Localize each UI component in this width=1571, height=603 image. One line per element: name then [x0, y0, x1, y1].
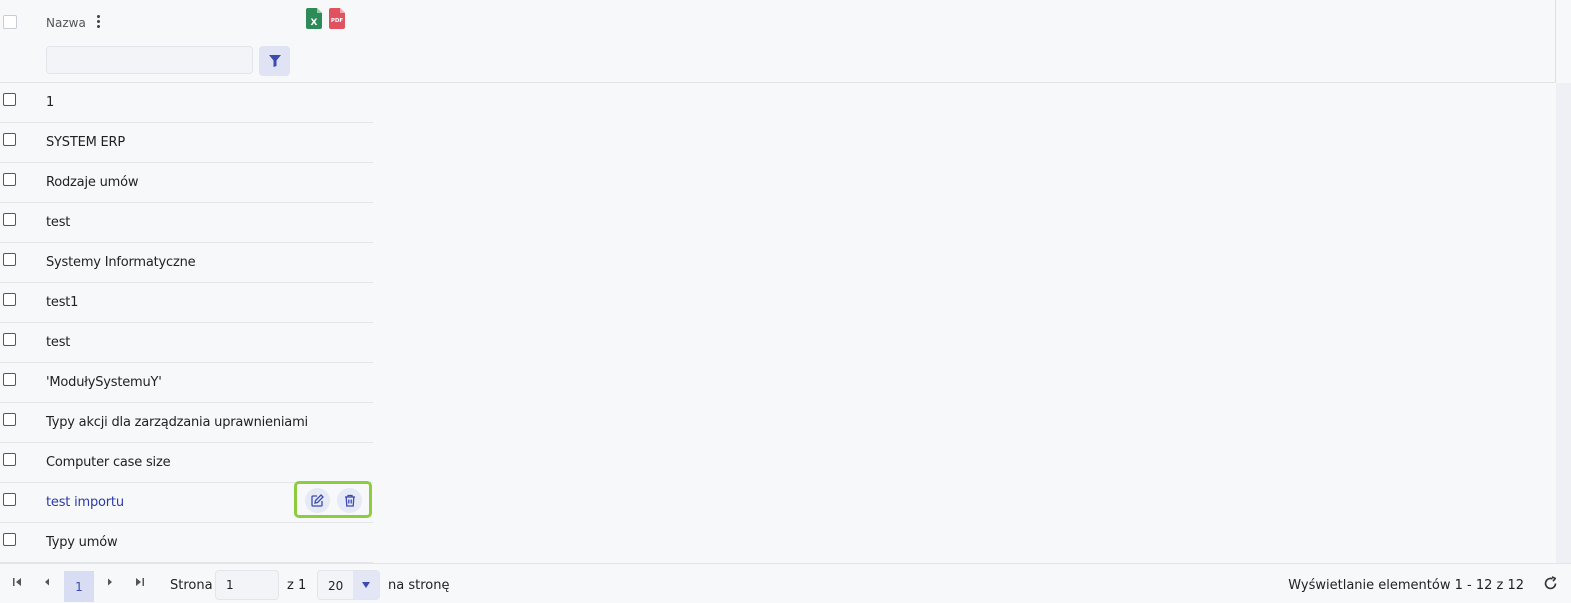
row-checkbox[interactable] [3, 93, 16, 106]
row-name: SYSTEM ERP [46, 135, 126, 150]
delete-button[interactable] [337, 488, 362, 513]
table-row[interactable]: Computer case size [0, 443, 373, 483]
table-row[interactable]: test [0, 203, 373, 243]
row-name: test [46, 335, 71, 350]
row-checkbox[interactable] [3, 333, 16, 346]
row-name: Rodzaje umów [46, 175, 139, 190]
table-row[interactable]: SYSTEM ERP [0, 123, 373, 163]
row-checkbox[interactable] [3, 413, 16, 426]
row-checkbox[interactable] [3, 373, 16, 386]
table-row-hovered[interactable]: test importu [0, 481, 373, 523]
next-page-icon[interactable] [105, 576, 115, 588]
kebab-menu-icon[interactable] [92, 15, 104, 32]
page-size-select[interactable]: 20 [317, 570, 380, 600]
page-size-value: 20 [328, 579, 344, 593]
vertical-scrollbar[interactable] [1556, 83, 1571, 563]
svg-text:X: X [311, 18, 318, 28]
column-title-nazwa: Nazwa [46, 16, 86, 30]
prev-page-icon[interactable] [42, 576, 52, 588]
first-page-icon[interactable] [12, 576, 22, 588]
row-checkbox[interactable] [3, 213, 16, 226]
row-name: Systemy Informatyczne [46, 255, 196, 270]
row-name: test importu [46, 495, 124, 510]
row-checkbox[interactable] [3, 293, 16, 306]
select-all-checkbox[interactable] [3, 15, 17, 29]
table-row[interactable]: Typy umów [0, 523, 373, 563]
table-row[interactable]: Systemy Informatyczne [0, 243, 373, 283]
excel-export-icon[interactable]: X [306, 8, 322, 29]
row-name: Computer case size [46, 455, 171, 470]
edit-button[interactable] [305, 488, 330, 513]
grid-body: 1 SYSTEM ERP Rodzaje umów test Systemy I… [0, 83, 373, 563]
row-name: Typy umów [46, 535, 118, 550]
pager: 1 Strona z 1 20 na stronę Wyświetlanie e… [0, 563, 1571, 603]
row-name: test [46, 215, 71, 230]
current-page-button[interactable]: 1 [64, 571, 94, 602]
grid-header: Nazwa X PDF [0, 0, 1556, 83]
row-checkbox[interactable] [3, 133, 16, 146]
items-summary: Wyświetlanie elementów 1 - 12 z 12 [1288, 578, 1524, 593]
svg-text:PDF: PDF [331, 18, 344, 24]
per-page-label: na stronę [388, 578, 450, 593]
scrollbar-divider [1555, 0, 1556, 82]
table-row[interactable]: 'ModułySystemuY' [0, 363, 373, 403]
page-label: Strona [170, 578, 213, 593]
pdf-export-icon[interactable]: PDF [329, 8, 345, 29]
table-row[interactable]: test [0, 323, 373, 363]
refresh-icon[interactable] [1543, 576, 1558, 591]
row-checkbox[interactable] [3, 453, 16, 466]
row-checkbox[interactable] [3, 533, 16, 546]
row-name: Typy akcji dla zarządzania uprawnieniami [46, 415, 308, 430]
table-row[interactable]: Typy akcji dla zarządzania uprawnieniami [0, 403, 373, 443]
row-actions [294, 481, 372, 518]
filter-button[interactable] [259, 46, 290, 76]
page-number-input[interactable] [215, 570, 279, 600]
filter-icon [268, 55, 281, 67]
row-name: test1 [46, 295, 79, 310]
table-row[interactable]: 1 [0, 83, 373, 123]
edit-icon [311, 494, 324, 507]
table-row[interactable]: test1 [0, 283, 373, 323]
table-row[interactable]: Rodzaje umów [0, 163, 373, 203]
row-checkbox[interactable] [3, 493, 16, 506]
row-name: 1 [46, 95, 55, 110]
row-checkbox[interactable] [3, 173, 16, 186]
name-filter-input[interactable] [46, 46, 253, 74]
chevron-down-icon [353, 571, 379, 599]
row-checkbox[interactable] [3, 253, 16, 266]
row-name: 'ModułySystemuY' [46, 375, 162, 390]
trash-icon [344, 494, 355, 507]
page-count-label: z 1 [287, 578, 307, 593]
last-page-icon[interactable] [135, 576, 145, 588]
